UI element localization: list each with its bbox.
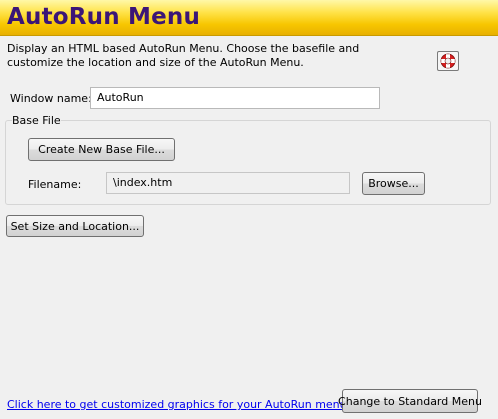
change-to-standard-menu-button[interactable]: Change to Standard Menu	[338, 389, 482, 413]
create-base-file-button[interactable]: Create New Base File...	[28, 138, 175, 161]
base-file-group-title: Base File	[12, 114, 61, 127]
window-name-label: Window name:	[10, 92, 92, 105]
custom-graphics-link[interactable]: Click here to get customized graphics fo…	[7, 398, 350, 411]
window-name-input[interactable]: AutoRun	[90, 87, 380, 109]
filename-label: Filename:	[28, 178, 82, 191]
set-size-location-button[interactable]: Set Size and Location...	[6, 215, 144, 237]
header-banner: AutoRun Menu	[0, 0, 498, 36]
page-title: AutoRun Menu	[7, 4, 201, 30]
description-text: Display an HTML based AutoRun Menu. Choo…	[7, 42, 360, 69]
lifebuoy-icon	[440, 53, 456, 69]
filename-field[interactable]: \index.htm	[106, 172, 350, 194]
browse-button[interactable]: Browse...	[362, 172, 425, 195]
help-button[interactable]	[437, 51, 459, 71]
